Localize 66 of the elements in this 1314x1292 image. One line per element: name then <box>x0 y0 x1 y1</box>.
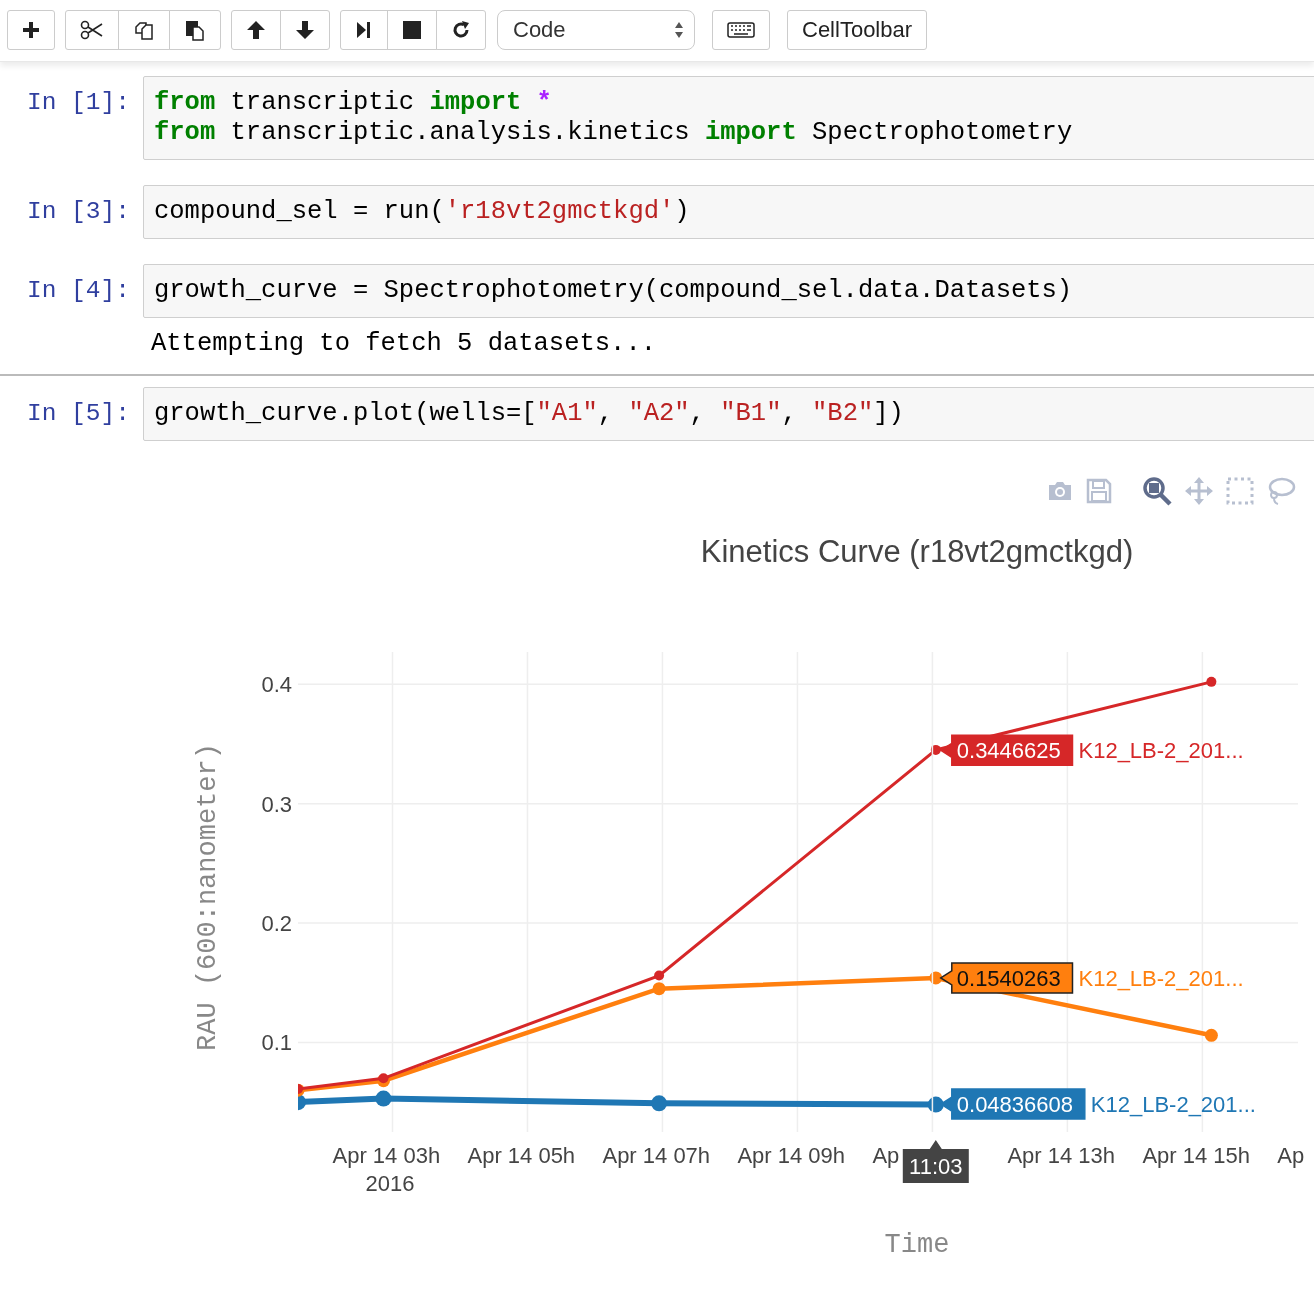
x-tick-label: Apr 14 15h <box>1142 1143 1251 1168</box>
point <box>1204 1028 1218 1042</box>
paste-button[interactable] <box>169 10 221 50</box>
x-tick-label: Apr 14 05h <box>467 1143 576 1168</box>
hover-series-name: K12_LB-2_201... <box>1078 738 1244 764</box>
point <box>375 1090 392 1107</box>
cell-output: Attempting to fetch 5 datasets... <box>151 329 657 360</box>
chart-title: Kinetics Curve (r18vt2gmctkgd) <box>700 534 1134 569</box>
input-prompt: In [1]: <box>26 88 131 118</box>
y-tick-label: 0.1 <box>261 1030 292 1056</box>
x-tick-label: Ap <box>872 1143 900 1168</box>
celltoolbar-button[interactable]: CellToolbar <box>787 10 928 50</box>
y-tick-label: 0.2 <box>261 911 292 937</box>
stop-icon <box>402 20 422 40</box>
y-tick-label: 0.4 <box>261 672 292 698</box>
code-line: from transcriptic import * <box>154 88 553 118</box>
code-cell[interactable]: compound_sel = run('r18vt2gmctkgd') <box>143 185 1314 239</box>
cell-type-select[interactable]: Code <box>497 10 695 50</box>
cut-button[interactable] <box>65 10 119 50</box>
paste-icon <box>184 19 206 41</box>
arrow-up-icon <box>246 20 266 40</box>
y-tick-label: 0.3 <box>261 791 292 817</box>
y-axis-title: RAU (600:nanometer) <box>193 743 223 1051</box>
x-tick-label: Apr 14 03h 2016 <box>332 1143 441 1196</box>
select-arrows-icon <box>674 21 684 39</box>
x-tick-label: Ap <box>1277 1143 1305 1168</box>
insert-cell-button[interactable] <box>7 10 55 50</box>
plus-icon <box>22 21 40 39</box>
input-prompt: In [5]: <box>26 399 131 429</box>
copy-icon <box>133 19 155 41</box>
code-line: compound_sel = run('r18vt2gmctkgd') <box>154 197 691 227</box>
step-forward-icon <box>355 20 373 40</box>
x-tick-label: Apr 14 07h <box>602 1143 711 1168</box>
point <box>378 1073 389 1084</box>
point <box>654 970 665 981</box>
keyboard-icon <box>727 22 755 38</box>
x-tick-label: Apr 14 09h <box>737 1143 846 1168</box>
point <box>1206 676 1217 687</box>
move-down-button[interactable] <box>280 10 330 50</box>
code-line: growth_curve.plot(wells=["A1", "A2", "B1", "B2"]) <box>154 399 905 429</box>
input-prompt: In [4]: <box>26 276 131 306</box>
point <box>651 1095 668 1112</box>
scissors-icon <box>80 20 104 40</box>
hover-series-name: K12_LB-2_201... <box>1078 965 1244 991</box>
point <box>652 982 666 996</box>
move-up-button[interactable] <box>231 10 281 50</box>
arrow-down-icon <box>295 20 315 40</box>
hover-label: 0.1540263 <box>939 962 1074 994</box>
code-line: from transcriptic.analysis.kinetics import Spectrophotometry <box>154 118 1074 148</box>
code-cell[interactable]: from transcriptic import * from transcriptic.analysis.kinetics import Spectrophotometry <box>143 76 1314 160</box>
keyboard-button[interactable] <box>712 10 770 50</box>
run-button[interactable] <box>340 10 388 50</box>
input-prompt: In [3]: <box>26 197 131 227</box>
code-line: growth_curve = Spectrophotometry(compound_sel.data.Datasets) <box>154 276 1074 306</box>
hover-label: 0.3446625 <box>939 734 1074 767</box>
x-tick-label: Apr 14 13h <box>1007 1143 1116 1168</box>
code-cell[interactable]: growth_curve.plot(wells=["A1", "A2", "B1", "B2"]) <box>143 387 1314 441</box>
restart-button[interactable] <box>436 10 486 50</box>
zoom-icon[interactable] <box>1142 476 1172 506</box>
hover-series-name: K12_LB-2_201... <box>1090 1092 1256 1118</box>
hover-x-label: 11:03 <box>902 1140 969 1183</box>
refresh-icon <box>451 20 471 40</box>
x-axis-title: Time <box>884 1230 950 1260</box>
copy-button[interactable] <box>118 10 170 50</box>
code-cell[interactable]: growth_curve = Spectrophotometry(compound_sel.data.Datasets) <box>143 264 1314 318</box>
stop-button[interactable] <box>387 10 437 50</box>
